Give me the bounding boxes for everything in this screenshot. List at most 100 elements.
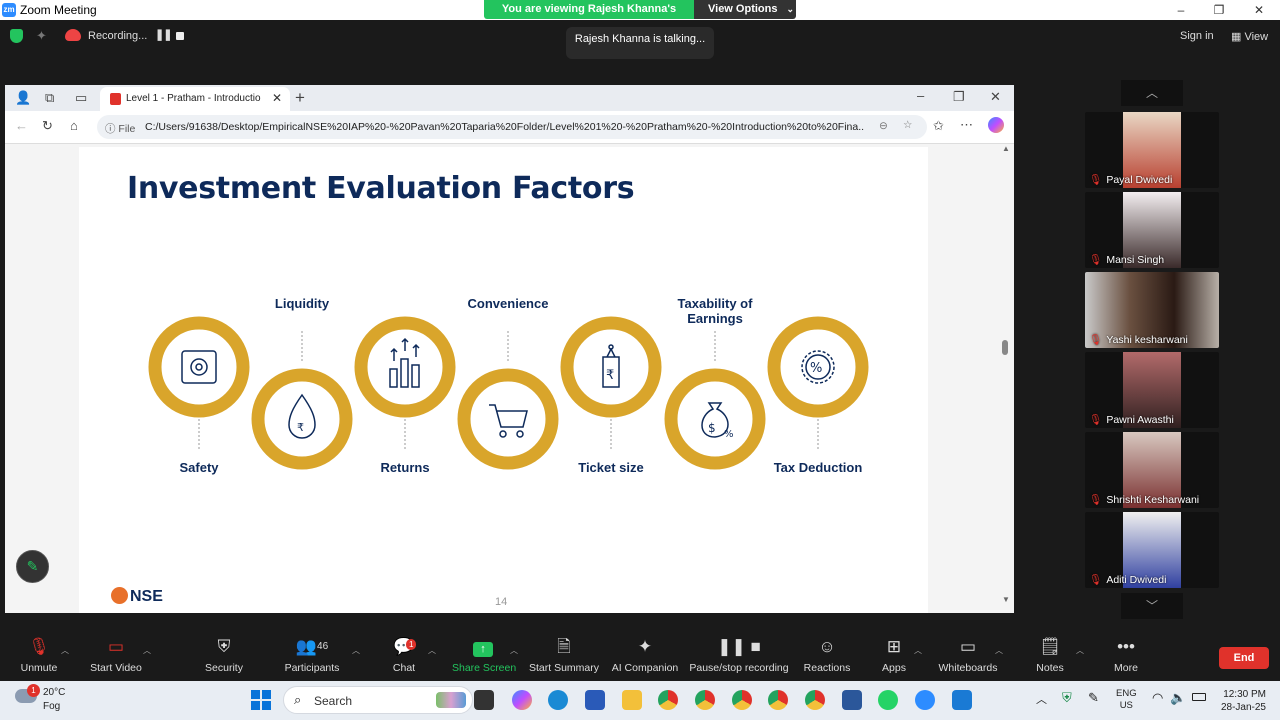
participants-scroll-up[interactable]: ︿ xyxy=(1121,80,1183,106)
participants-button[interactable]: 👥46 Participants xyxy=(280,636,344,674)
windows-start-icon[interactable] xyxy=(251,690,271,710)
pdf-scrollbar[interactable]: ▲ ▼ xyxy=(999,144,1014,613)
reactions-button[interactable]: ☺ Reactions xyxy=(803,636,851,674)
chat-options-caret[interactable]: ︿ xyxy=(428,645,436,656)
start-summary-button[interactable]: 🗎 Start Summary xyxy=(529,636,599,674)
copilot-icon[interactable] xyxy=(988,117,1004,133)
word-icon[interactable] xyxy=(842,690,862,710)
copilot-taskbar-icon[interactable] xyxy=(512,690,532,710)
unmute-button[interactable]: 🎙 Unmute xyxy=(14,636,64,674)
apps-button[interactable]: ⊞ Apps xyxy=(876,636,912,674)
file-explorer-icon[interactable] xyxy=(622,690,642,710)
svg-text:$: $ xyxy=(708,421,716,435)
language-indicator[interactable]: ENG US xyxy=(1116,688,1137,712)
collections-icon[interactable]: ⧉ xyxy=(45,90,54,106)
participant-tile[interactable]: 🎙 Mansi Singh xyxy=(1085,192,1219,268)
participants-scroll-down[interactable]: ﹀ xyxy=(1121,593,1183,619)
ai-sparkle-icon[interactable]: ✦ xyxy=(36,28,47,44)
chrome-profile-icon[interactable] xyxy=(732,690,752,710)
video-options-caret[interactable]: ︿ xyxy=(143,645,151,656)
minimize-button[interactable]: – xyxy=(1162,0,1200,20)
new-tab-icon[interactable]: + xyxy=(295,88,305,108)
view-options-button[interactable]: View Options ⌄ xyxy=(694,0,796,19)
close-window-button[interactable]: ✕ xyxy=(1240,0,1278,20)
end-meeting-button[interactable]: End xyxy=(1219,647,1269,669)
encryption-shield-icon[interactable] xyxy=(10,29,23,43)
participant-tile[interactable]: 🎙 Payal Dwivedi xyxy=(1085,112,1219,188)
browser-close-icon[interactable]: ✕ xyxy=(990,89,1001,105)
ai-companion-icon: ✦ xyxy=(637,637,653,656)
favorites-icon[interactable]: ✩ xyxy=(933,118,944,134)
weather-notification-badge: 1 xyxy=(27,684,40,697)
hidden-icons-chevron[interactable]: ︿ xyxy=(1036,691,1047,707)
paint-icon[interactable] xyxy=(952,690,972,710)
pdf-scroll-thumb[interactable] xyxy=(1002,340,1008,355)
back-arrow-icon[interactable]: ← xyxy=(15,118,28,133)
refresh-icon[interactable]: ↻ xyxy=(42,118,53,134)
share-screen-button[interactable]: ↑ Share Screen xyxy=(452,636,516,674)
zoom-taskbar-icon[interactable] xyxy=(915,690,935,710)
notes-options-caret[interactable]: ︿ xyxy=(1076,645,1084,656)
ai-companion-button[interactable]: ✦ AI Companion xyxy=(610,636,680,674)
whiteboard-options-caret[interactable]: ︿ xyxy=(995,645,1003,656)
more-button[interactable]: ••• More xyxy=(1106,636,1146,674)
factor-label-safety: Safety xyxy=(179,460,219,475)
chrome-profile-icon[interactable] xyxy=(805,690,825,710)
participant-tile[interactable]: 🎙 Aditi Dwivedi xyxy=(1085,512,1219,588)
notes-button[interactable]: 🗒 Notes xyxy=(1030,636,1070,674)
task-view-icon[interactable] xyxy=(474,690,494,710)
weather-description[interactable]: Fog xyxy=(43,701,60,712)
zoom-icon[interactable]: ⊖ xyxy=(879,120,888,132)
chrome-profile-icon[interactable] xyxy=(768,690,788,710)
participant-tile[interactable]: 🎙 Shrishti Kesharwani xyxy=(1085,432,1219,508)
participant-name: Pawni Awasthi xyxy=(1106,414,1174,426)
taskbar-search-input[interactable]: ⌕ Search xyxy=(283,686,473,714)
close-tab-icon[interactable]: ✕ xyxy=(272,91,282,105)
chrome-icon[interactable] xyxy=(658,690,678,710)
wifi-icon[interactable]: ◠ xyxy=(1152,690,1163,706)
browser-restore-icon[interactable]: ❐ xyxy=(953,89,965,105)
chat-button[interactable]: 💬 Chat xyxy=(384,636,424,674)
nse-logo: NSE xyxy=(111,587,163,606)
home-icon[interactable]: ⌂ xyxy=(70,118,78,133)
pause-stop-recording-button[interactable]: ❚❚ ■ Pause/stop recording xyxy=(688,636,790,674)
security-tray-icon[interactable]: ⛨ xyxy=(1062,690,1072,706)
store-icon[interactable] xyxy=(585,690,605,710)
chrome-profile-icon[interactable] xyxy=(695,690,715,710)
more-menu-icon[interactable]: ⋯ xyxy=(960,117,973,133)
system-clock[interactable]: 12:30 PM 28-Jan-25 xyxy=(1218,688,1266,714)
url-input[interactable]: ⓘ File C:/Users/91638/Desktop/EmpiricalN… xyxy=(97,115,927,139)
favorite-star-icon[interactable]: ☆ xyxy=(903,119,912,131)
pause-stop-icon: ❚❚ ■ xyxy=(717,637,761,656)
annotate-pen-button[interactable]: ✎ xyxy=(16,550,49,583)
participant-tile[interactable]: 🎙 Pawni Awasthi xyxy=(1085,352,1219,428)
share-options-caret[interactable]: ︿ xyxy=(510,645,518,656)
profile-icon[interactable]: 👤 xyxy=(15,90,31,106)
ring-liquidity xyxy=(251,368,353,470)
browser-minimize-icon[interactable]: – xyxy=(917,88,924,103)
start-video-button[interactable]: ▭ Start Video xyxy=(86,636,146,674)
scroll-down-icon[interactable]: ▼ xyxy=(1002,595,1010,604)
sign-in-link[interactable]: Sign in xyxy=(1180,30,1214,42)
security-button[interactable]: ⛨ Security xyxy=(200,636,248,674)
participants-options-caret[interactable]: ︿ xyxy=(352,645,360,656)
participant-name: Yashi kesharwani xyxy=(1106,334,1188,346)
scroll-up-icon[interactable]: ▲ xyxy=(1002,144,1010,153)
stop-recording-icon[interactable] xyxy=(176,32,184,40)
svg-text:%: % xyxy=(724,429,734,440)
participant-tile[interactable]: 🎙 Yashi kesharwani xyxy=(1085,272,1219,348)
weather-temperature[interactable]: 20°C xyxy=(43,687,65,698)
pause-recording-icon[interactable]: ❚❚ xyxy=(155,28,172,41)
maximize-button[interactable]: ❐ xyxy=(1200,0,1238,20)
view-menu-button[interactable]: ▦ View xyxy=(1231,30,1268,43)
edge-icon[interactable] xyxy=(548,690,568,710)
audio-options-caret[interactable]: ︿ xyxy=(61,645,69,656)
pen-tray-icon[interactable]: ✎ xyxy=(1088,690,1099,706)
apps-options-caret[interactable]: ︿ xyxy=(914,645,922,656)
browser-tab-pdf[interactable]: Level 1 - Pratham - Introduction t ✕ xyxy=(100,87,290,111)
whiteboards-button[interactable]: ▭ Whiteboards xyxy=(936,636,1000,674)
battery-icon[interactable] xyxy=(1192,693,1206,701)
tab-actions-icon[interactable]: ▭ xyxy=(75,90,87,106)
whatsapp-icon[interactable] xyxy=(878,690,898,710)
volume-icon[interactable]: 🔈 xyxy=(1170,690,1186,706)
